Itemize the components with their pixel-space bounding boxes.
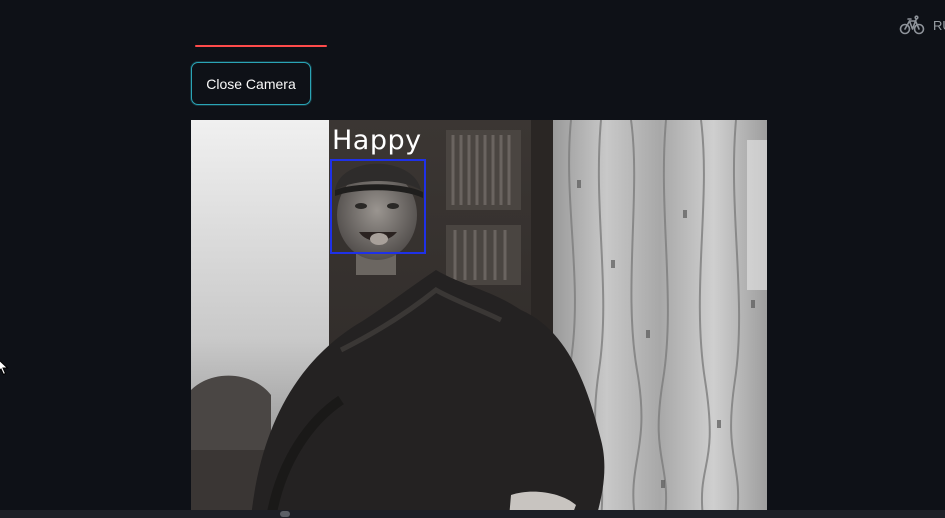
emotion-label: Happy [332, 125, 422, 156]
mouse-pointer-icon [0, 360, 9, 376]
scrollbar-thumb[interactable] [280, 511, 290, 517]
status-text: RUNNING... [933, 17, 945, 33]
progress-indicator [195, 45, 327, 47]
face-bounding-box [330, 159, 426, 254]
app-root: RUNNING... Close Camera [0, 0, 945, 518]
close-camera-button[interactable]: Close Camera [191, 62, 311, 105]
horizontal-scrollbar[interactable] [0, 510, 945, 518]
camera-frame [191, 120, 767, 518]
running-status: RUNNING... [899, 12, 945, 38]
bicycle-icon [899, 12, 925, 38]
camera-feed [191, 120, 767, 518]
